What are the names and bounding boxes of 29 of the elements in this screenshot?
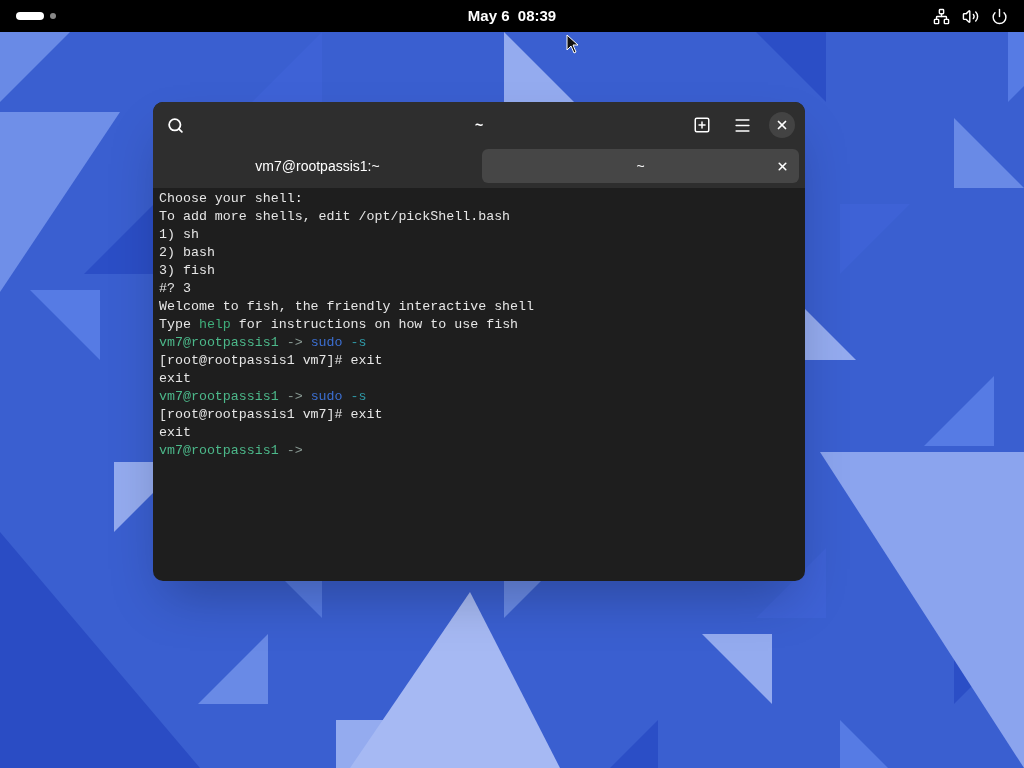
search-icon bbox=[166, 116, 184, 134]
window-title: ~ bbox=[474, 115, 484, 135]
terminal-line: #? 3 bbox=[159, 280, 192, 298]
tab[interactable]: ~ bbox=[482, 149, 799, 183]
terminal-line: 3) fish bbox=[159, 262, 216, 280]
close-icon bbox=[775, 118, 789, 132]
close-tab-icon[interactable] bbox=[776, 159, 789, 173]
terminal-line: exit bbox=[159, 370, 192, 388]
plus-square-icon bbox=[693, 116, 711, 134]
terminal-line: [root@rootpassis1 vm7]# exit bbox=[159, 352, 384, 370]
terminal-line: Type help for instructions on how to use fish bbox=[159, 316, 520, 334]
terminal-line: [root@rootpassis1 vm7]# exit bbox=[159, 406, 384, 424]
clock[interactable]: May 6 08:39 bbox=[467, 4, 557, 28]
power-icon[interactable] bbox=[991, 7, 1008, 25]
terminal-line: To add more shells, edit /opt/pickShell.bash bbox=[159, 208, 512, 226]
terminal-line: 1) sh bbox=[159, 226, 200, 244]
terminal-line: Choose your shell: bbox=[159, 190, 304, 208]
terminal-line: vm7@rootpassis1 -> sudo -s bbox=[159, 388, 368, 406]
terminal-line: exit bbox=[159, 424, 192, 442]
workspace-indicator-icon[interactable] bbox=[16, 12, 44, 20]
terminal-line: vm7@rootpassis1 -> sudo -s bbox=[159, 334, 368, 352]
tab[interactable]: vm7@rootpassis1:~ bbox=[159, 149, 476, 183]
terminal-line: vm7@rootpassis1 -> bbox=[159, 442, 304, 460]
pointer-icon bbox=[566, 34, 580, 54]
network-icon[interactable] bbox=[933, 7, 950, 25]
volume-icon[interactable] bbox=[962, 7, 979, 25]
terminal-line: Welcome to fish, the friendly interactive shell bbox=[159, 298, 536, 316]
close-button[interactable] bbox=[769, 112, 795, 138]
terminal-line: 2) bash bbox=[159, 244, 216, 262]
